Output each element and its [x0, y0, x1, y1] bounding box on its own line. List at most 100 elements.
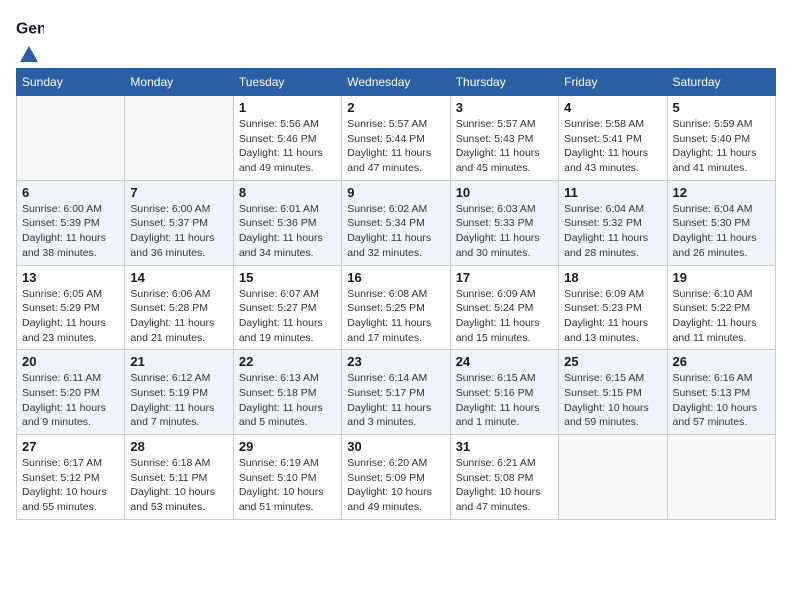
sunrise-label: Sunrise: 6:21 AM	[456, 457, 536, 469]
sunset-label: Sunset: 5:37 PM	[130, 217, 208, 229]
calendar-cell: 31 Sunrise: 6:21 AM Sunset: 5:08 PM Dayl…	[450, 435, 558, 520]
daylight-label: Daylight: 11 hours and 30 minutes.	[456, 232, 540, 259]
day-info: Sunrise: 6:14 AM Sunset: 5:17 PM Dayligh…	[347, 371, 444, 430]
sunrise-label: Sunrise: 6:05 AM	[22, 288, 102, 300]
day-info: Sunrise: 6:09 AM Sunset: 5:23 PM Dayligh…	[564, 287, 661, 346]
day-number: 7	[130, 185, 227, 200]
daylight-label: Daylight: 10 hours and 49 minutes.	[347, 486, 432, 513]
day-number: 1	[239, 100, 336, 115]
day-info: Sunrise: 6:05 AM Sunset: 5:29 PM Dayligh…	[22, 287, 119, 346]
day-info: Sunrise: 6:19 AM Sunset: 5:10 PM Dayligh…	[239, 456, 336, 515]
sunset-label: Sunset: 5:30 PM	[673, 217, 751, 229]
sunrise-label: Sunrise: 6:16 AM	[673, 372, 753, 384]
day-info: Sunrise: 6:18 AM Sunset: 5:11 PM Dayligh…	[130, 456, 227, 515]
calendar-cell: 9 Sunrise: 6:02 AM Sunset: 5:34 PM Dayli…	[342, 180, 450, 265]
calendar-cell: 14 Sunrise: 6:06 AM Sunset: 5:28 PM Dayl…	[125, 265, 233, 350]
day-number: 9	[347, 185, 444, 200]
calendar-cell: 8 Sunrise: 6:01 AM Sunset: 5:36 PM Dayli…	[233, 180, 341, 265]
day-number: 8	[239, 185, 336, 200]
sunrise-label: Sunrise: 6:14 AM	[347, 372, 427, 384]
daylight-label: Daylight: 11 hours and 19 minutes.	[239, 317, 323, 344]
daylight-label: Daylight: 11 hours and 38 minutes.	[22, 232, 106, 259]
day-number: 19	[673, 270, 770, 285]
sunset-label: Sunset: 5:40 PM	[673, 133, 751, 145]
day-number: 20	[22, 354, 119, 369]
calendar-cell: 29 Sunrise: 6:19 AM Sunset: 5:10 PM Dayl…	[233, 435, 341, 520]
calendar-cell: 21 Sunrise: 6:12 AM Sunset: 5:19 PM Dayl…	[125, 350, 233, 435]
sunset-label: Sunset: 5:11 PM	[130, 472, 207, 484]
sunset-label: Sunset: 5:43 PM	[456, 133, 534, 145]
daylight-label: Daylight: 10 hours and 53 minutes.	[130, 486, 215, 513]
sunrise-label: Sunrise: 6:18 AM	[130, 457, 210, 469]
sunset-label: Sunset: 5:41 PM	[564, 133, 642, 145]
sunset-label: Sunset: 5:39 PM	[22, 217, 100, 229]
daylight-label: Daylight: 10 hours and 59 minutes.	[564, 402, 649, 429]
calendar-cell: 22 Sunrise: 6:13 AM Sunset: 5:18 PM Dayl…	[233, 350, 341, 435]
day-info: Sunrise: 5:59 AM Sunset: 5:40 PM Dayligh…	[673, 117, 770, 176]
calendar-cell: 17 Sunrise: 6:09 AM Sunset: 5:24 PM Dayl…	[450, 265, 558, 350]
calendar-cell	[667, 435, 775, 520]
calendar-day-header: Sunday	[17, 69, 125, 96]
sunrise-label: Sunrise: 6:19 AM	[239, 457, 319, 469]
day-info: Sunrise: 6:01 AM Sunset: 5:36 PM Dayligh…	[239, 202, 336, 261]
day-number: 21	[130, 354, 227, 369]
sunrise-label: Sunrise: 6:13 AM	[239, 372, 319, 384]
day-info: Sunrise: 6:07 AM Sunset: 5:27 PM Dayligh…	[239, 287, 336, 346]
day-number: 10	[456, 185, 553, 200]
calendar-body: 1 Sunrise: 5:56 AM Sunset: 5:46 PM Dayli…	[17, 96, 776, 520]
calendar-cell: 10 Sunrise: 6:03 AM Sunset: 5:33 PM Dayl…	[450, 180, 558, 265]
calendar-cell: 18 Sunrise: 6:09 AM Sunset: 5:23 PM Dayl…	[559, 265, 667, 350]
calendar-table: SundayMondayTuesdayWednesdayThursdayFrid…	[16, 68, 776, 520]
day-number: 18	[564, 270, 661, 285]
sunset-label: Sunset: 5:23 PM	[564, 302, 642, 314]
daylight-label: Daylight: 10 hours and 47 minutes.	[456, 486, 541, 513]
sunrise-label: Sunrise: 5:57 AM	[347, 118, 427, 130]
sunrise-label: Sunrise: 6:12 AM	[130, 372, 210, 384]
calendar-day-header: Tuesday	[233, 69, 341, 96]
sunset-label: Sunset: 5:19 PM	[130, 387, 208, 399]
calendar-week-row: 1 Sunrise: 5:56 AM Sunset: 5:46 PM Dayli…	[17, 96, 776, 181]
sunset-label: Sunset: 5:16 PM	[456, 387, 534, 399]
sunrise-label: Sunrise: 6:01 AM	[239, 203, 319, 215]
day-number: 25	[564, 354, 661, 369]
day-info: Sunrise: 6:10 AM Sunset: 5:22 PM Dayligh…	[673, 287, 770, 346]
calendar-cell: 2 Sunrise: 5:57 AM Sunset: 5:44 PM Dayli…	[342, 96, 450, 181]
sunrise-label: Sunrise: 6:08 AM	[347, 288, 427, 300]
daylight-label: Daylight: 11 hours and 11 minutes.	[673, 317, 757, 344]
sunrise-label: Sunrise: 5:58 AM	[564, 118, 644, 130]
calendar-cell: 13 Sunrise: 6:05 AM Sunset: 5:29 PM Dayl…	[17, 265, 125, 350]
sunrise-label: Sunrise: 6:00 AM	[130, 203, 210, 215]
daylight-label: Daylight: 11 hours and 47 minutes.	[347, 147, 431, 174]
sunrise-label: Sunrise: 6:06 AM	[130, 288, 210, 300]
sunrise-label: Sunrise: 6:10 AM	[673, 288, 753, 300]
daylight-label: Daylight: 10 hours and 57 minutes.	[673, 402, 758, 429]
calendar-cell: 24 Sunrise: 6:15 AM Sunset: 5:16 PM Dayl…	[450, 350, 558, 435]
sunrise-label: Sunrise: 5:57 AM	[456, 118, 536, 130]
sunrise-label: Sunrise: 6:11 AM	[22, 372, 101, 384]
daylight-label: Daylight: 11 hours and 13 minutes.	[564, 317, 648, 344]
sunrise-label: Sunrise: 6:15 AM	[564, 372, 644, 384]
calendar-cell: 28 Sunrise: 6:18 AM Sunset: 5:11 PM Dayl…	[125, 435, 233, 520]
day-number: 22	[239, 354, 336, 369]
day-number: 3	[456, 100, 553, 115]
day-info: Sunrise: 5:56 AM Sunset: 5:46 PM Dayligh…	[239, 117, 336, 176]
day-info: Sunrise: 6:20 AM Sunset: 5:09 PM Dayligh…	[347, 456, 444, 515]
daylight-label: Daylight: 11 hours and 49 minutes.	[239, 147, 323, 174]
calendar-cell: 5 Sunrise: 5:59 AM Sunset: 5:40 PM Dayli…	[667, 96, 775, 181]
daylight-label: Daylight: 11 hours and 3 minutes.	[347, 402, 431, 429]
sunset-label: Sunset: 5:12 PM	[22, 472, 100, 484]
calendar-cell: 3 Sunrise: 5:57 AM Sunset: 5:43 PM Dayli…	[450, 96, 558, 181]
day-info: Sunrise: 6:08 AM Sunset: 5:25 PM Dayligh…	[347, 287, 444, 346]
day-info: Sunrise: 6:11 AM Sunset: 5:20 PM Dayligh…	[22, 371, 119, 430]
sunrise-label: Sunrise: 6:20 AM	[347, 457, 427, 469]
calendar-cell: 7 Sunrise: 6:00 AM Sunset: 5:37 PM Dayli…	[125, 180, 233, 265]
calendar-week-row: 27 Sunrise: 6:17 AM Sunset: 5:12 PM Dayl…	[17, 435, 776, 520]
day-number: 2	[347, 100, 444, 115]
day-number: 23	[347, 354, 444, 369]
sunset-label: Sunset: 5:09 PM	[347, 472, 425, 484]
day-info: Sunrise: 6:04 AM Sunset: 5:32 PM Dayligh…	[564, 202, 661, 261]
calendar-cell: 12 Sunrise: 6:04 AM Sunset: 5:30 PM Dayl…	[667, 180, 775, 265]
calendar-header-row: SundayMondayTuesdayWednesdayThursdayFrid…	[17, 69, 776, 96]
day-number: 14	[130, 270, 227, 285]
day-number: 28	[130, 439, 227, 454]
